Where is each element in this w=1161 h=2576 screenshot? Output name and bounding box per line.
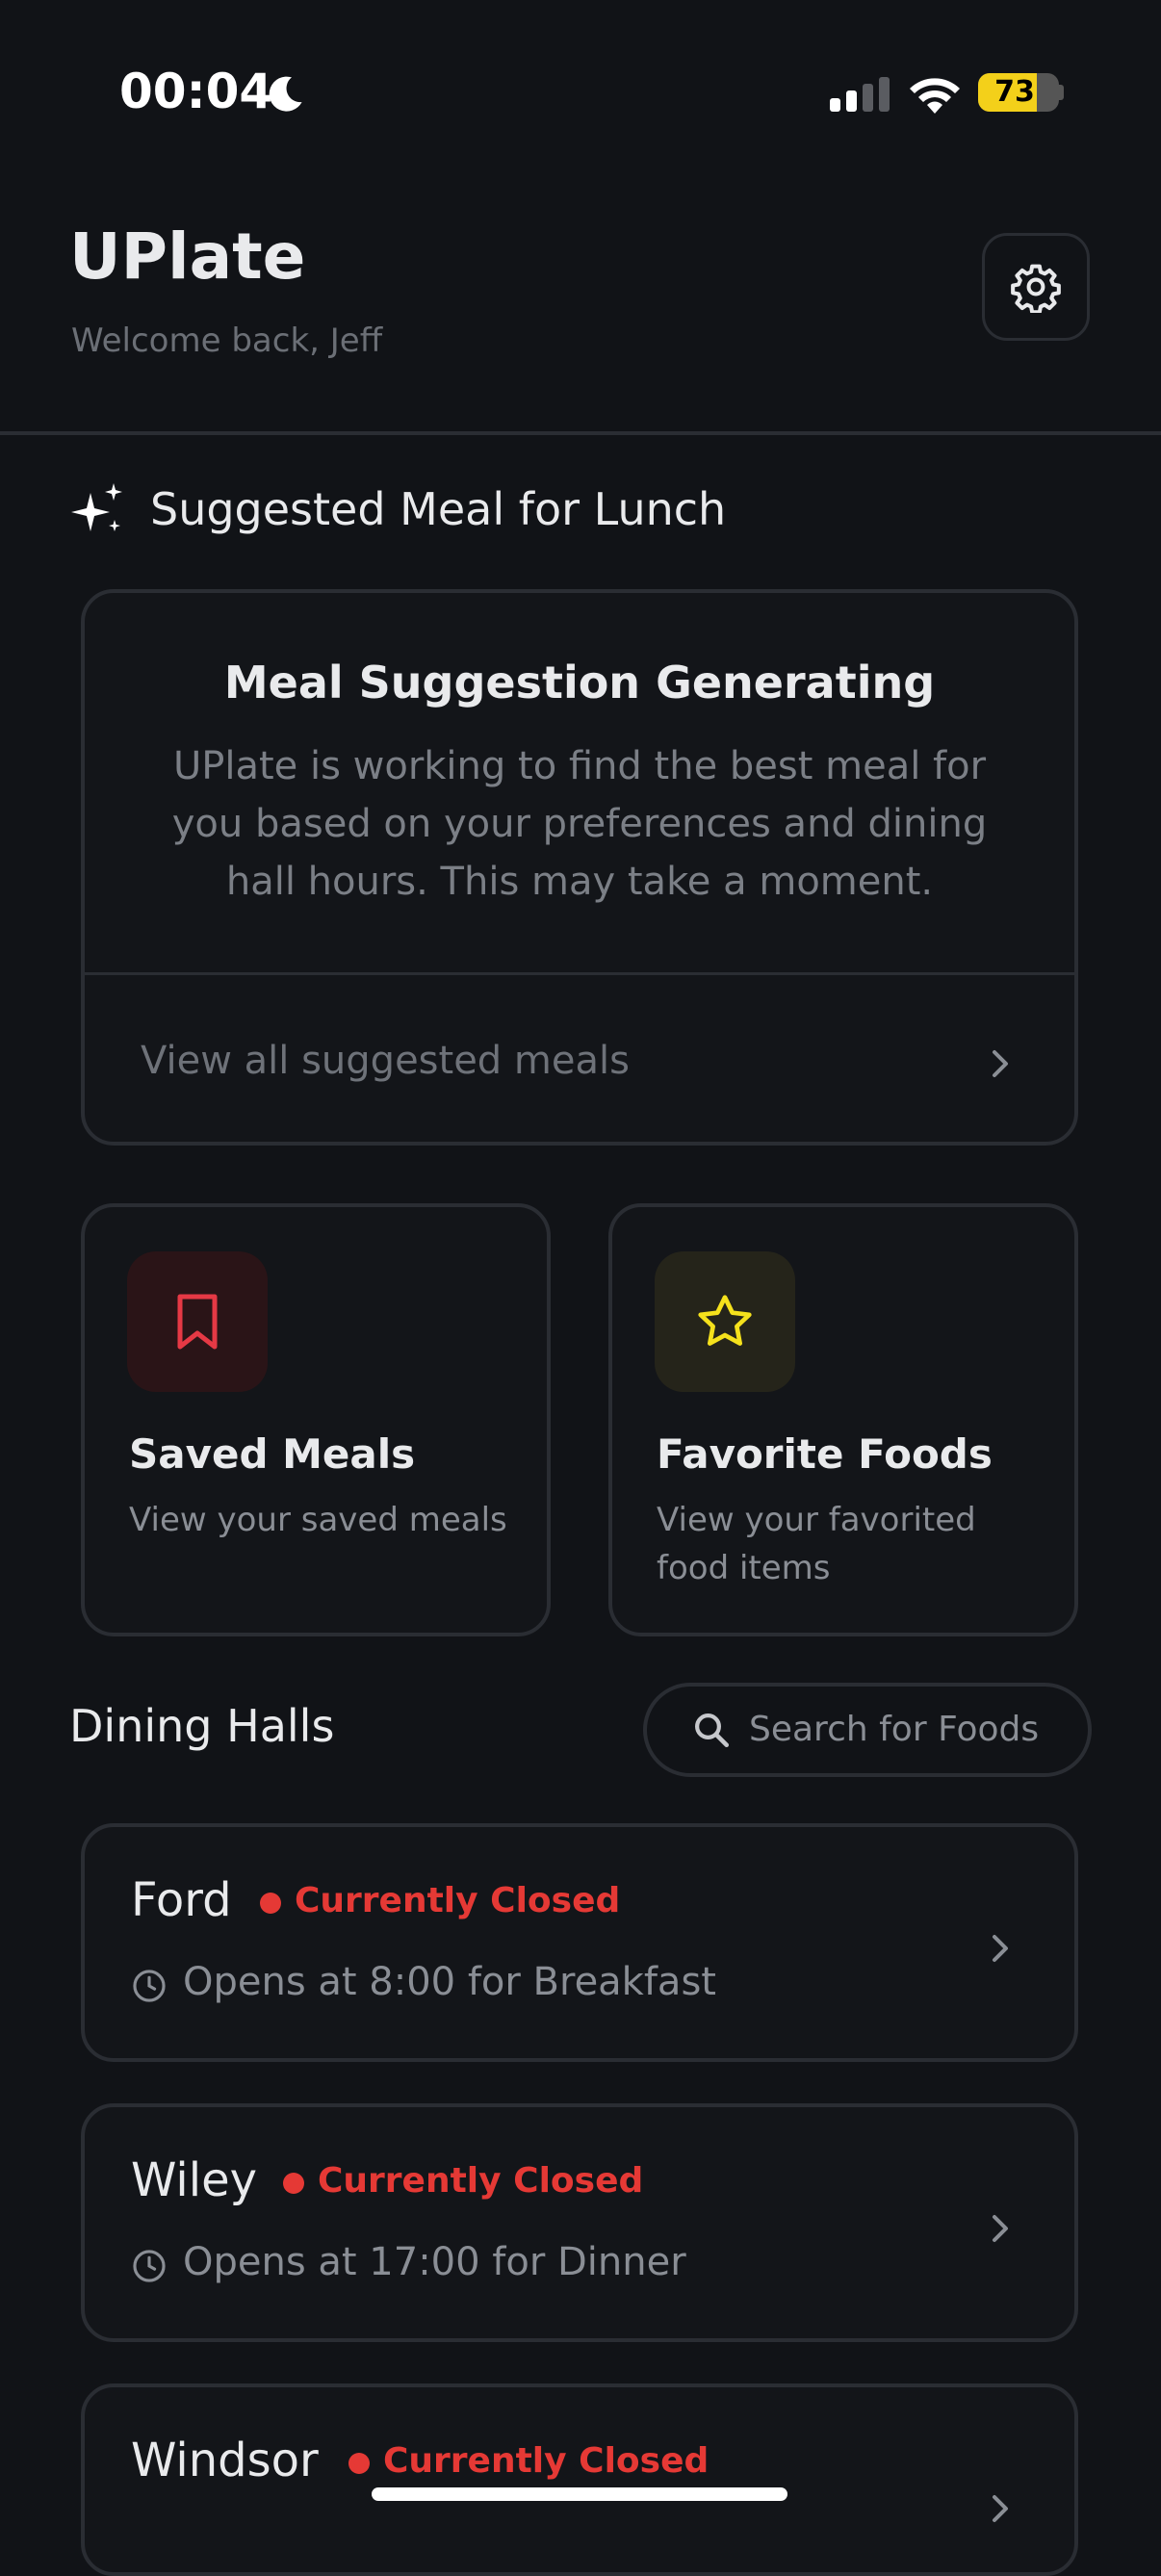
battery-level: 73	[994, 75, 1035, 109]
settings-button[interactable]	[982, 233, 1090, 341]
clock-icon	[133, 2250, 166, 2282]
view-all-label: View all suggested meals	[141, 1039, 630, 1083]
bookmark-icon	[177, 1294, 218, 1350]
status-time: 00:04	[119, 64, 273, 119]
battery-icon: 73	[978, 73, 1059, 112]
chevron-right-icon	[993, 2495, 1008, 2522]
home-indicator[interactable]	[372, 2487, 787, 2501]
dining-hall-card-wiley[interactable]: Wiley Currently Closed Opens at 17:00 fo…	[81, 2103, 1078, 2342]
view-all-suggested-meals-link[interactable]: View all suggested meals	[85, 975, 1074, 1142]
status-badge: Currently Closed	[318, 2161, 644, 2201]
chevron-right-icon	[993, 1935, 1008, 1962]
search-icon	[695, 1713, 730, 1748]
search-label: Search for Foods	[749, 1710, 1040, 1749]
dining-halls-heading: Dining Halls	[69, 1700, 335, 1752]
search-foods-button[interactable]: Search for Foods	[643, 1683, 1092, 1777]
chevron-right-icon	[993, 2215, 1008, 2242]
saved-meals-title: Saved Meals	[129, 1430, 416, 1478]
favorite-foods-description: View your favorited food items	[657, 1501, 976, 1587]
saved-meals-tile[interactable]: Saved Meals View your saved meals	[81, 1203, 551, 1636]
app-title: UPlate	[69, 219, 306, 294]
sparkle-icon	[71, 483, 122, 531]
dining-hall-card-ford[interactable]: Ford Currently Closed Opens at 8:00 for …	[81, 1823, 1078, 2062]
saved-meals-description: View your saved meals	[129, 1501, 507, 1539]
status-badge: Currently Closed	[295, 1881, 621, 1920]
hall-name: Wiley	[131, 2153, 258, 2207]
suggestion-title: Meal Suggestion Generating	[223, 657, 936, 708]
hall-name: Ford	[131, 1873, 232, 1927]
status-dot	[283, 2173, 304, 2194]
cellular-signal-icon	[830, 77, 890, 112]
suggested-meal-heading: Suggested Meal for Lunch	[150, 483, 727, 535]
welcome-text: Welcome back, Jeff	[71, 322, 383, 360]
battery-nub	[1059, 85, 1064, 100]
status-badge: Currently Closed	[383, 2441, 710, 2481]
gear-icon	[1011, 264, 1061, 313]
header-divider	[0, 431, 1161, 435]
status-dot	[348, 2453, 370, 2474]
opening-time: Opens at 8:00 for Breakfast	[183, 1960, 716, 2004]
clock-icon	[133, 1970, 166, 2002]
moon-icon	[269, 76, 302, 112]
opening-time: Opens at 17:00 for Dinner	[183, 2240, 686, 2284]
favorite-foods-icon-box	[655, 1251, 795, 1392]
dining-hall-card-windsor[interactable]: Windsor Currently Closed	[81, 2383, 1078, 2576]
status-dot	[260, 1893, 281, 1914]
star-icon	[698, 1295, 752, 1346]
favorite-foods-tile[interactable]: Favorite Foods View your favorited food …	[608, 1203, 1078, 1636]
saved-meals-icon-box	[127, 1251, 268, 1392]
favorite-foods-title: Favorite Foods	[657, 1430, 993, 1478]
meal-suggestion-card: Meal Suggestion Generating UPlate is wor…	[81, 589, 1078, 1146]
suggestion-body: UPlate is working to find the best meal …	[171, 744, 988, 904]
hall-name: Windsor	[131, 2434, 319, 2487]
wifi-icon	[910, 78, 960, 114]
chevron-right-icon	[993, 1050, 1008, 1077]
